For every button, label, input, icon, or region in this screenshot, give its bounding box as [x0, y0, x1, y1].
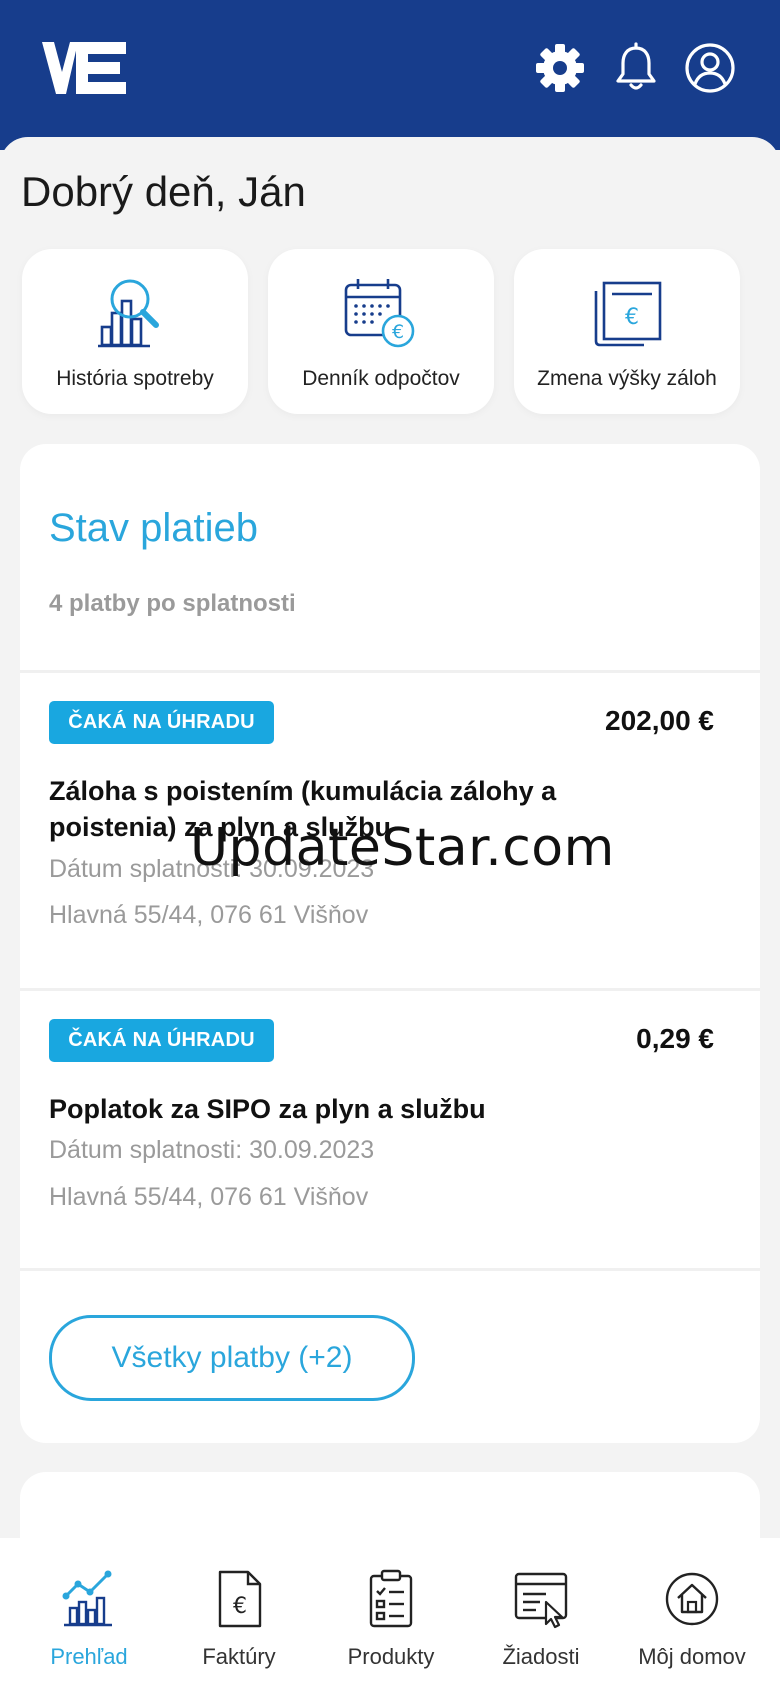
- chart-icon: [62, 1570, 112, 1627]
- nav-label: Prehľad: [50, 1644, 128, 1669]
- payments-title: Stav platieb: [49, 506, 259, 550]
- nav-label: Žiadosti: [502, 1644, 580, 1669]
- invoice-euro-icon: €: [594, 281, 662, 347]
- payment-due-date: Dátum splatnosti: 30.09.2023: [49, 1136, 375, 1164]
- svg-text:€: €: [625, 305, 639, 330]
- svg-text:€: €: [233, 1594, 247, 1619]
- payment-amount: 202,00 €: [605, 705, 714, 736]
- all-payments-button[interactable]: Všetky platby (+2): [49, 1315, 415, 1401]
- nav-label: Faktúry: [202, 1644, 276, 1669]
- tile-reading-log[interactable]: € Denník odpočtov: [268, 249, 494, 414]
- status-badge: ČAKÁ NA ÚHRADU: [49, 1019, 274, 1062]
- clipboard-icon: [369, 1569, 413, 1628]
- watermark: UpdateStar.com: [190, 818, 615, 878]
- request-icon: [514, 1572, 568, 1629]
- payment-address: Hlavná 55/44, 076 61 Višňov: [49, 1183, 369, 1211]
- payment-address: Hlavná 55/44, 076 61 Višňov: [49, 901, 369, 929]
- nav-item-requests[interactable]: Žiadosti: [463, 1538, 619, 1690]
- nav-item-invoices[interactable]: € Faktúry: [161, 1538, 317, 1690]
- payments-subtitle: 4 platby po splatnosti: [49, 590, 296, 617]
- bottom-nav: Prehľad € Faktúry Produkty Žiadosti Môj …: [0, 1538, 780, 1690]
- status-badge: ČAKÁ NA ÚHRADU: [49, 701, 274, 744]
- nav-item-products[interactable]: Produkty: [313, 1538, 469, 1690]
- invoice-icon: €: [218, 1570, 262, 1628]
- calendar-euro-icon: €: [344, 279, 415, 348]
- tile-label: História spotreby: [56, 367, 214, 390]
- vse-logo: [42, 42, 126, 94]
- tile-label: Denník odpočtov: [302, 367, 460, 390]
- gear-icon[interactable]: [532, 40, 588, 96]
- svg-text:€: €: [392, 321, 404, 343]
- greeting: Dobrý deň, Ján: [21, 168, 306, 215]
- nav-item-my-home[interactable]: Môj domov: [614, 1538, 770, 1690]
- divider: [20, 1268, 760, 1271]
- user-icon[interactable]: [682, 40, 738, 96]
- tile-deposit-change[interactable]: € Zmena výšky záloh: [514, 249, 740, 414]
- payment-title: Poplatok za SIPO za plyn a službu: [49, 1094, 486, 1124]
- payment-item[interactable]: ČAKÁ NA ÚHRADU 0,29 € Poplatok za SIPO z…: [20, 991, 760, 1251]
- tile-consumption-history[interactable]: História spotreby: [22, 249, 248, 414]
- app-header: [0, 0, 780, 150]
- home-icon: [665, 1572, 719, 1626]
- nav-item-overview[interactable]: Prehľad: [11, 1538, 167, 1690]
- tile-label: Zmena výšky záloh: [537, 367, 717, 390]
- nav-label: Produkty: [347, 1644, 435, 1669]
- consumption-history-icon: [98, 279, 159, 348]
- nav-label: Môj domov: [638, 1644, 746, 1669]
- payment-amount: 0,29 €: [636, 1023, 714, 1054]
- payments-card: Stav platieb 4 platby po splatnosti ČAKÁ…: [20, 444, 760, 1443]
- bell-icon[interactable]: [608, 40, 664, 96]
